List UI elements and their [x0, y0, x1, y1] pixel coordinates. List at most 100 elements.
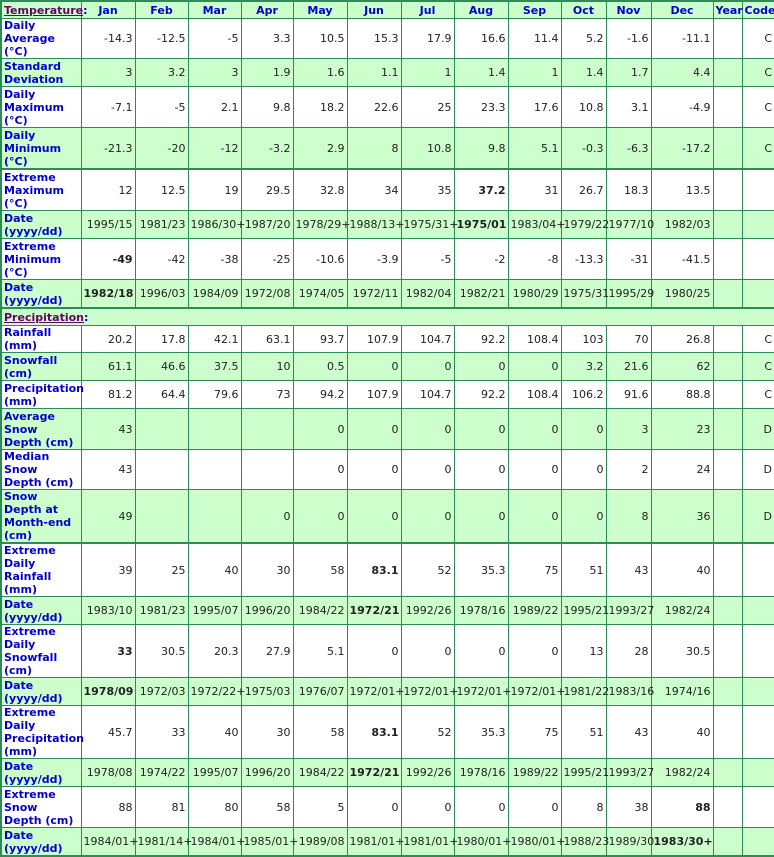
cell-year [712, 705, 743, 759]
cell-may: 1978/29+ [292, 210, 350, 239]
cell-sep: 0 [507, 624, 562, 678]
cell-jul: 0 [400, 786, 455, 828]
cell-jul: 104.7 [400, 380, 455, 409]
col-nov: Nov [605, 0, 652, 19]
cell-year [712, 786, 743, 828]
cell-oct: 26.7 [560, 168, 607, 211]
row-label: Extreme Daily Precipitation (mm) [0, 705, 84, 759]
cell-feb: 30.5 [134, 624, 189, 678]
cell-dec: 1974/16 [650, 677, 714, 706]
cell-nov: 2 [605, 449, 652, 490]
cell-apr [240, 408, 294, 450]
cell-apr: 30 [240, 705, 294, 759]
cell-code [741, 827, 774, 857]
cell-may: 93.7 [292, 325, 348, 353]
cell-jun: 1988/13+ [346, 210, 404, 239]
cell-year [712, 18, 743, 59]
temperature-link[interactable]: Temperature [4, 4, 83, 17]
cell-oct: 8 [560, 786, 607, 828]
cell-sep: 1983/04+ [507, 210, 565, 239]
cell-feb: 64.4 [134, 380, 189, 409]
cell-feb: 1981/14+ [134, 827, 192, 857]
col-may: May [292, 0, 348, 19]
cell-feb [134, 408, 189, 450]
row-label: Median Snow Depth (cm) [0, 449, 82, 490]
cell-code [741, 677, 774, 706]
table-row: Median Snow Depth (cm) 43 0 0 0 0 0 0 2 24 D [0, 449, 774, 490]
cell-mar: 3 [187, 58, 242, 87]
cell-feb: 1996/03 [134, 279, 189, 309]
cell-jul: 0 [400, 624, 455, 678]
cell-sep: 1989/22 [507, 596, 562, 625]
cell-year [712, 380, 743, 409]
cell-aug: 0 [453, 449, 509, 490]
cell-jul: 1975/31+ [400, 210, 458, 239]
cell-oct: 103 [560, 325, 607, 353]
cell-jul: 0 [400, 489, 455, 544]
row-label: Daily Average (°C) [0, 18, 82, 59]
temperature-section-header: Temperature: [0, 0, 88, 19]
cell-jul: 17.9 [400, 18, 455, 59]
cell-nov: -1.6 [605, 18, 652, 59]
table-row: Date (yyyy/dd) 1978/09 1972/03 1972/22+ 1975… [0, 677, 774, 706]
cell-apr: 0 [240, 489, 294, 544]
cell-mar: 40 [187, 542, 242, 597]
table-row: Daily Maximum (°C) -7.1 -5 2.1 9.8 18.2 22.6 25… [0, 86, 774, 128]
cell-mar: 1984/09 [187, 279, 242, 309]
cell-aug: 1982/21 [453, 279, 509, 309]
cell-jan: 1978/08 [80, 758, 136, 787]
cell-oct: 51 [560, 542, 607, 597]
precipitation-section-header: Precipitation: [0, 307, 774, 326]
col-code: Code [741, 0, 774, 19]
cell-jun: 1972/11 [346, 279, 402, 309]
col-dec: Dec [650, 0, 714, 19]
cell-jun: 107.9 [346, 380, 402, 409]
cell-apr: 63.1 [240, 325, 294, 353]
cell-code: C [741, 127, 774, 170]
col-oct: Oct [560, 0, 607, 19]
cell-feb: 25 [134, 542, 189, 597]
cell-may: 1974/05 [292, 279, 348, 309]
cell-nov: -31 [605, 238, 652, 280]
cell-code [741, 758, 774, 787]
cell-jul: 1981/01+ [400, 827, 458, 857]
temperature-body: Daily Average (°C) -14.3 -12.5 -5 3.3 10.5 15.… [0, 18, 774, 309]
cell-dec: 1982/24 [650, 758, 714, 787]
row-label: Daily Minimum (°C) [0, 127, 82, 170]
cell-feb: 3.2 [134, 58, 189, 87]
cell-dec: 88.8 [650, 380, 714, 409]
cell-jul: 52 [400, 705, 455, 759]
cell-apr: -25 [240, 238, 294, 280]
cell-code: C [741, 380, 774, 409]
cell-aug: 0 [453, 624, 509, 678]
cell-jul: 1992/26 [400, 596, 455, 625]
cell-feb: 33 [134, 705, 189, 759]
cell-year [712, 86, 743, 128]
cell-mar: 2.1 [187, 86, 242, 128]
cell-jun: 0 [346, 408, 402, 450]
cell-jan: 33 [80, 624, 136, 678]
cell-code: C [741, 18, 774, 59]
cell-code: D [741, 489, 774, 544]
cell-aug: 0 [453, 352, 509, 381]
cell-nov: 28 [605, 624, 652, 678]
row-label: Extreme Daily Snowfall (cm) [0, 624, 82, 678]
cell-may: 2.9 [292, 127, 348, 170]
cell-nov: 43 [605, 705, 652, 759]
cell-oct: 1981/22 [560, 677, 609, 706]
cell-nov: 1993/27 [605, 758, 654, 787]
cell-dec: -11.1 [650, 18, 714, 59]
cell-jul: 25 [400, 86, 455, 128]
cell-feb [134, 449, 189, 490]
cell-sep: 0 [507, 408, 562, 450]
cell-oct: 0 [560, 449, 607, 490]
cell-sep: -8 [507, 238, 562, 280]
cell-code: C [741, 58, 774, 87]
cell-jan: -14.3 [80, 18, 136, 59]
table-row: Extreme Snow Depth (cm) 88 81 80 58 5 0 0 0 0 8 38 8… [0, 786, 774, 828]
cell-mar: 20.3 [187, 624, 242, 678]
cell-may: 1976/07 [292, 677, 348, 706]
cell-apr: 3.3 [240, 18, 294, 59]
row-label: Rainfall (mm) [0, 325, 82, 353]
precipitation-link[interactable]: Precipitation [4, 311, 84, 324]
